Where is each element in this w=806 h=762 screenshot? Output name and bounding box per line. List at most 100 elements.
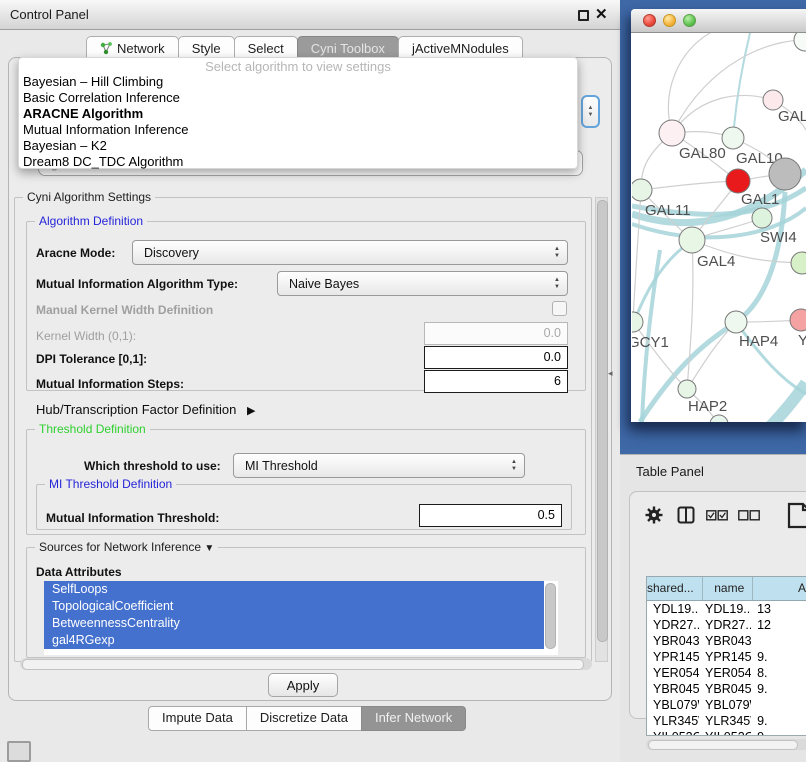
table-row[interactable]: YBL079WYBL079W [647, 697, 806, 713]
network-node[interactable] [659, 120, 685, 146]
network-node[interactable] [725, 311, 747, 333]
network-node[interactable] [769, 158, 801, 190]
settings-vertical-scrollbar[interactable] [595, 197, 608, 662]
scrollbar-thumb[interactable] [597, 200, 608, 642]
table-column-header[interactable]: shared... [647, 577, 703, 600]
network-node[interactable] [632, 179, 652, 201]
data-attribute-item[interactable]: TopologicalCoefficient [44, 598, 544, 615]
table-row[interactable]: YBR043CYBR043C [647, 633, 806, 649]
network-node[interactable] [722, 127, 744, 149]
network-node[interactable] [791, 252, 806, 274]
tab-cyni-toolbox[interactable]: Cyni Toolbox [297, 36, 399, 59]
which-threshold-select[interactable]: MI Threshold ▲▼ [233, 453, 525, 478]
network-node[interactable] [678, 380, 696, 398]
dropdown-item[interactable]: Dream8 DC_TDC Algorithm [19, 154, 577, 170]
network-node[interactable] [679, 227, 705, 253]
network-node-label: GAL80 [679, 145, 726, 162]
hub-definition-label: Hub/Transcription Factor Definition [36, 402, 236, 417]
kernel-width-field[interactable]: 0.0 [424, 322, 568, 345]
file-icon[interactable] [787, 502, 806, 529]
table-row[interactable]: YDR27...YDR27...12 [647, 617, 806, 633]
which-threshold-value: MI Threshold [245, 454, 318, 478]
minimize-traffic-light[interactable] [663, 14, 676, 27]
tab-network-label: Network [117, 38, 165, 59]
table-cell: 8. [751, 665, 806, 681]
network-node[interactable] [632, 312, 643, 332]
table-row[interactable]: YDL19...YDL19...13 [647, 601, 806, 617]
dropdown-placeholder: Select algorithm to view settings [19, 59, 577, 74]
network-node[interactable] [794, 33, 806, 51]
network-node[interactable] [763, 90, 783, 110]
tab-select[interactable]: Select [234, 36, 298, 59]
data-attribute-item[interactable]: BetweennessCentrality [44, 615, 544, 632]
columns-icon[interactable] [677, 506, 695, 524]
tab-network[interactable]: Network [86, 36, 179, 59]
scrollbar-thumb[interactable] [22, 659, 584, 670]
checked-boxes-icon[interactable] [706, 510, 728, 521]
expanded-arrow-icon[interactable]: ▼ [204, 543, 214, 554]
network-window-titlebar[interactable] [631, 9, 806, 33]
tab-jactivemnodules[interactable]: jActiveMNodules [398, 36, 523, 59]
mi-threshold-definition-title: MI Threshold Definition [45, 477, 176, 491]
scrollbar-thumb[interactable] [648, 740, 798, 750]
table-cell: YIL052C [699, 729, 751, 736]
table-row[interactable]: YLR345WYLR345W9. [647, 713, 806, 729]
close-icon[interactable]: ✕ [595, 5, 608, 23]
float-window-icon[interactable] [578, 10, 589, 21]
network-node-label: GCY1 [632, 334, 669, 351]
apply-button[interactable]: Apply [268, 673, 338, 697]
mi-threshold-field[interactable]: 0.5 [419, 504, 562, 527]
tab-style[interactable]: Style [178, 36, 235, 59]
zoom-traffic-light[interactable] [683, 14, 696, 27]
data-attributes-list: SelfLoopsTopologicalCoefficientBetweenne… [44, 581, 558, 655]
data-attribute-item[interactable]: gal4RGexp [44, 632, 544, 649]
settings-horizontal-scrollbar[interactable] [20, 658, 592, 670]
tab-impute-data[interactable]: Impute Data [148, 706, 247, 731]
table-column-header[interactable]: name [703, 577, 754, 600]
dropdown-item[interactable]: Bayesian – Hill Climbing [19, 74, 577, 90]
table-row[interactable]: YIL052CYIL052C9 [647, 729, 806, 736]
unchecked-boxes-icon[interactable] [738, 510, 760, 521]
table-panel: shared...nameA YDL19...YDL19...13YDR27..… [629, 491, 806, 719]
table-row[interactable]: YER054CYER054C8. [647, 665, 806, 681]
table-row[interactable]: YPR145WYPR145W9. [647, 649, 806, 665]
hub-definition-expander[interactable]: Hub/Transcription Factor Definition ▶ [36, 402, 255, 417]
dropdown-item[interactable]: ARACNE Algorithm [19, 106, 577, 122]
data-attribute-item[interactable]: SelfLoops [44, 581, 544, 598]
aracne-mode-value: Discovery [144, 241, 199, 265]
network-node-label: Y [798, 332, 806, 349]
mi-algorithm-type-label: Mutual Information Algorithm Type: [36, 277, 238, 291]
table-panel-title: Table Panel [636, 464, 704, 479]
list-scrollbar-thumb[interactable] [545, 583, 556, 649]
dropdown-item[interactable]: Mutual Information Inference [19, 122, 577, 138]
network-edge [634, 241, 692, 322]
network-edge [641, 181, 738, 190]
close-traffic-light[interactable] [643, 14, 656, 27]
network-edge [687, 240, 693, 389]
dropdown-item[interactable]: Bayesian – K2 [19, 138, 577, 154]
network-node[interactable] [726, 169, 750, 193]
network-node[interactable] [752, 208, 772, 228]
splitter-collapse-arrow[interactable]: ◂ [608, 368, 613, 379]
table-row[interactable]: YBR045CYBR045C9. [647, 681, 806, 697]
tab-discretize-data[interactable]: Discretize Data [246, 706, 362, 731]
network-node[interactable] [790, 309, 806, 331]
table-column-header[interactable]: A [753, 577, 806, 600]
tab-infer-network[interactable]: Infer Network [361, 706, 466, 731]
table-cell: YER054C [647, 665, 699, 681]
dpi-tolerance-field[interactable]: 0.0 [424, 346, 568, 369]
aracne-mode-label: Aracne Mode: [36, 246, 115, 260]
gear-icon[interactable] [645, 506, 663, 524]
minimized-panel-icon[interactable] [7, 741, 31, 762]
focused-combo-stepper[interactable]: ▲ ▼ [581, 95, 600, 128]
table-horizontal-scrollbar[interactable] [646, 739, 806, 750]
mi-algorithm-type-value: Naive Bayes [289, 272, 359, 296]
manual-kernel-width-checkbox[interactable] [552, 301, 567, 316]
mi-steps-field[interactable]: 6 [424, 370, 568, 393]
algorithm-dropdown-popup: Select algorithm to view settings Bayesi… [18, 57, 578, 169]
aracne-mode-select[interactable]: Discovery ▲▼ [132, 240, 568, 265]
dropdown-item[interactable]: Basic Correlation Inference [19, 90, 577, 106]
mi-algorithm-type-select[interactable]: Naive Bayes ▲▼ [277, 271, 568, 296]
settings-group-title: Cyni Algorithm Settings [23, 190, 155, 204]
table-cell: YLR345W [647, 713, 699, 729]
